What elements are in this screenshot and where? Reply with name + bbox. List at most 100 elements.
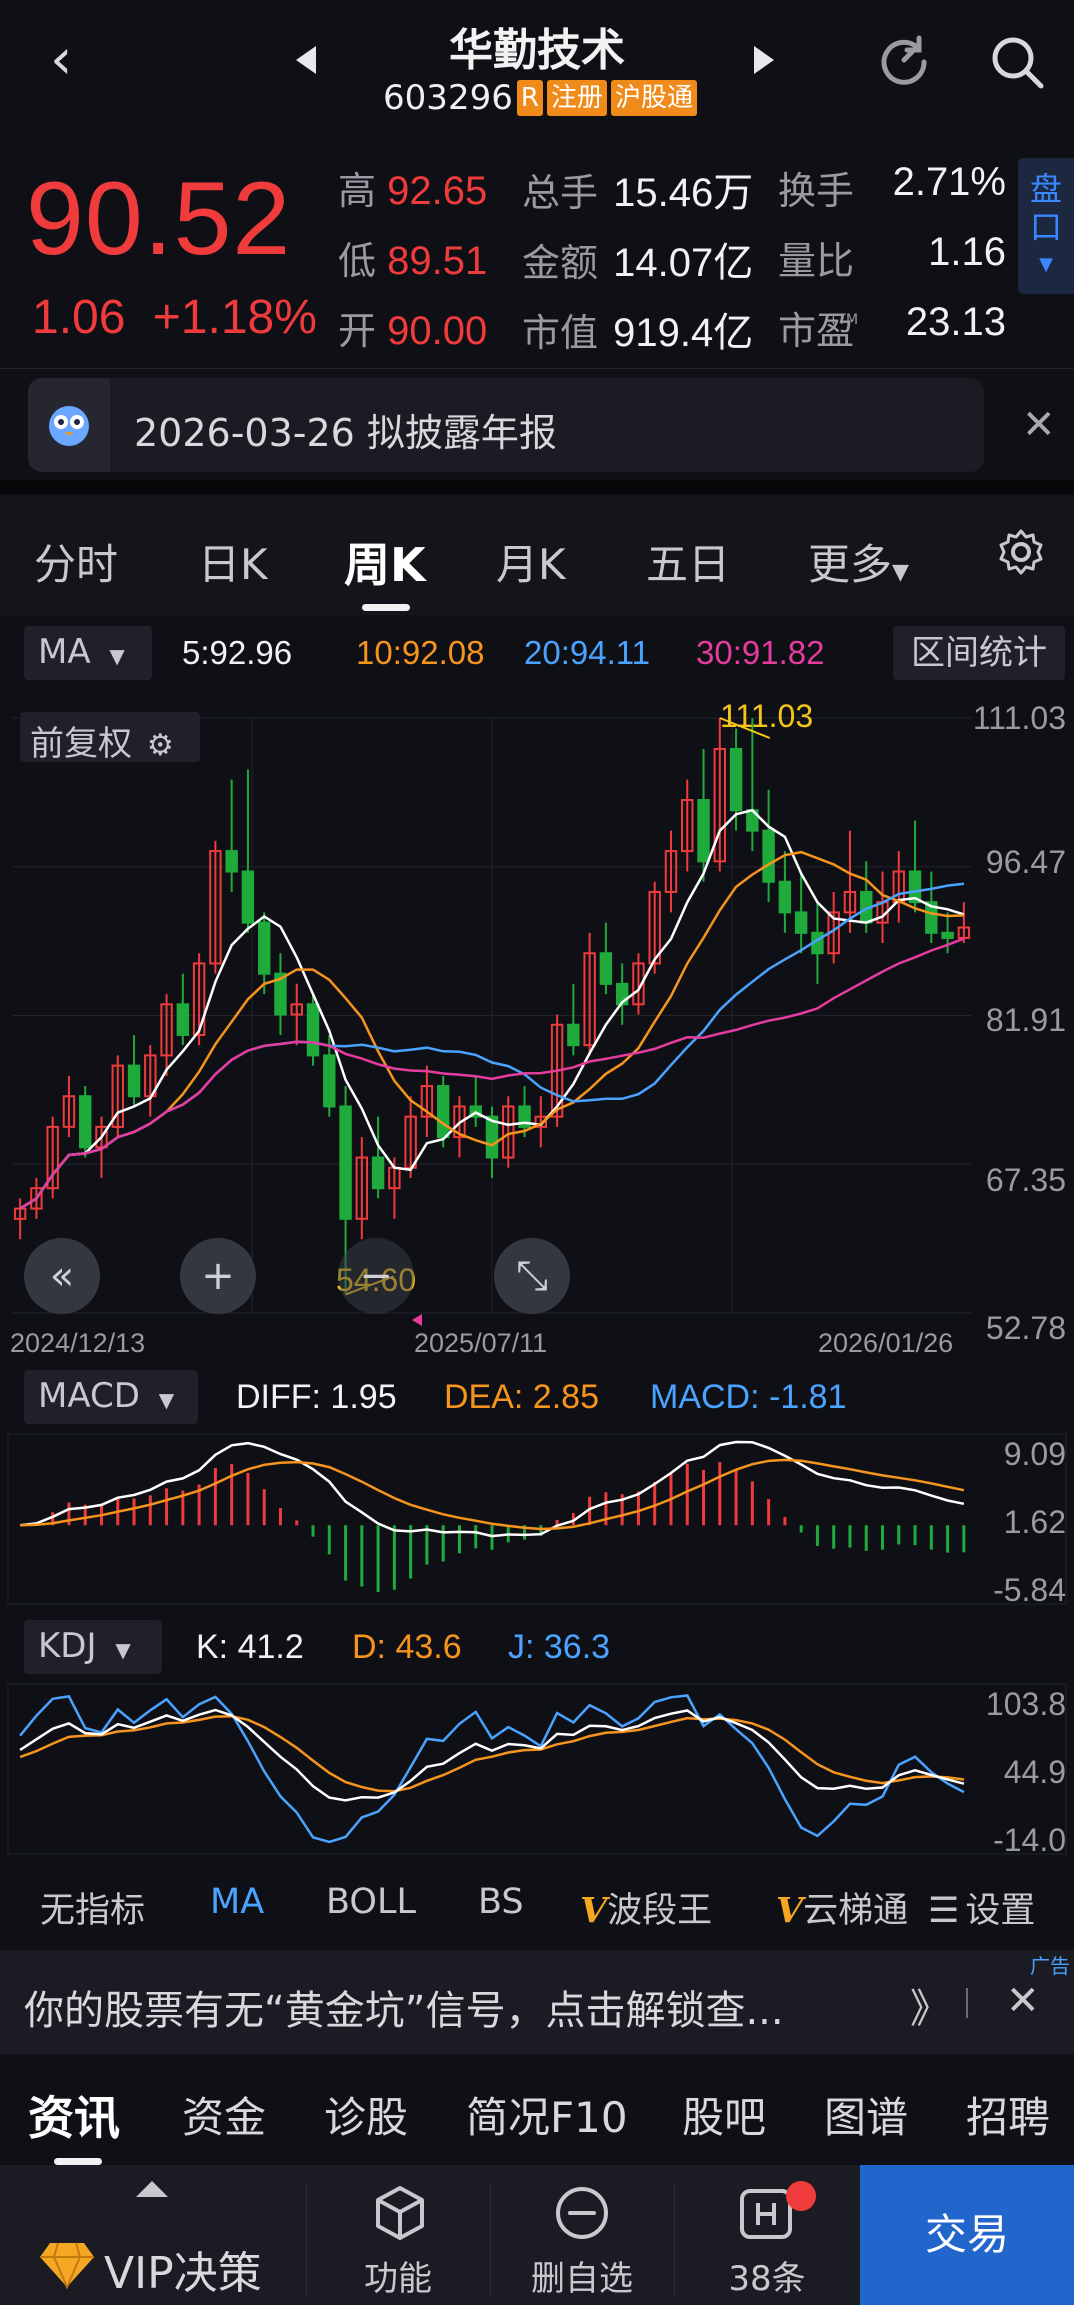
next-stock-icon[interactable]: [754, 42, 784, 82]
stock-header: ‹ 华勤技术 603296 R 注册 沪股通: [0, 0, 1074, 130]
order-book-button[interactable]: 盘口 ▼: [1018, 158, 1074, 294]
tab-news[interactable]: 资讯: [28, 2082, 120, 2148]
ad-tag: 广告: [1030, 1954, 1070, 1978]
prev-stock-icon[interactable]: [296, 42, 326, 82]
change-amount: 1.06: [32, 291, 126, 344]
tab-intraday[interactable]: 分时: [34, 531, 118, 592]
search-icon[interactable]: [985, 30, 1049, 94]
active-tab-indicator: [362, 604, 410, 611]
macd-tick-1: 9.09: [1003, 1436, 1066, 1472]
pe-item: 市盈 TTM 23.13: [778, 300, 1006, 355]
volume-value: 15.46万: [613, 171, 754, 215]
low-label: 低: [338, 239, 377, 283]
low-value: 89.51: [387, 239, 488, 283]
market-cap-value: 919.4亿: [613, 311, 754, 355]
macd-tick-2: 1.62: [1003, 1504, 1066, 1540]
kdj-d-value: D: 43.6: [352, 1628, 462, 1666]
tab-recruit[interactable]: 招聘: [966, 2084, 1050, 2145]
messages-button[interactable]: 38条: [674, 2165, 860, 2305]
amount-label: 金额: [522, 241, 599, 285]
candle-body: [339, 1105, 352, 1220]
tab-capital[interactable]: 资金: [182, 2084, 266, 2145]
candle-body: [79, 1095, 92, 1149]
candle-body: [241, 870, 255, 924]
ma10-value: 10:92.08: [356, 634, 485, 671]
candle-body: [127, 1064, 141, 1098]
adjust-label: 前复权: [30, 724, 132, 764]
close-icon[interactable]: ✕: [1022, 402, 1056, 448]
macd-chart[interactable]: [0, 1430, 1074, 1610]
back-icon[interactable]: ‹: [50, 30, 100, 90]
caret-down-icon: ▼: [115, 1638, 131, 1662]
kdj-selector[interactable]: KDJ ▼: [24, 1620, 162, 1674]
notice-text: 2026-03-26 拟披露年报: [134, 411, 557, 455]
kdj-tick-1: 103.8: [985, 1686, 1066, 1722]
candle-body: [257, 921, 271, 975]
kdj-tick-3: -14.0: [993, 1822, 1066, 1858]
date-tick-1: 2024/12/13: [10, 1328, 146, 1358]
indicator-settings-label: 设置: [965, 1891, 1036, 1931]
date-tick-2: 2025/07/11: [414, 1328, 548, 1358]
indicator-cloud-ladder-label: 云梯通: [803, 1891, 909, 1931]
tab-daily-k[interactable]: 日K: [198, 531, 268, 592]
tab-forum[interactable]: 股吧: [682, 2084, 766, 2145]
macd-diff-line: [19, 1440, 965, 1538]
turnover-item: 换手 2.71%: [778, 160, 1006, 215]
trade-button[interactable]: 交易: [860, 2165, 1074, 2305]
zoom-in-icon[interactable]: +: [180, 1238, 256, 1314]
indicator-settings[interactable]: ☰ 设置: [928, 1882, 1035, 1933]
zoom-out-icon[interactable]: −: [338, 1238, 414, 1314]
double-chevron-right-icon[interactable]: 》: [910, 1976, 950, 2034]
fullscreen-icon[interactable]: ⤡: [494, 1238, 570, 1314]
indicator-ma[interactable]: MA: [210, 1882, 264, 1922]
badge-r: R: [516, 80, 543, 116]
adjust-selector[interactable]: 前复权 ⚙: [20, 712, 200, 764]
current-marker-icon: [412, 1314, 422, 1326]
range-stat-button[interactable]: 区间统计: [893, 626, 1065, 680]
candle-body: [567, 1023, 580, 1047]
tab-weekly-k[interactable]: 周K: [344, 529, 426, 595]
tab-profile-f10[interactable]: 简况F10: [466, 2084, 628, 2145]
tab-diagnosis[interactable]: 诊股: [324, 2084, 408, 2145]
indicator-cloud-ladder[interactable]: V云梯通: [776, 1882, 912, 1933]
open-item: 开 90.00: [338, 300, 487, 355]
indicator-bs[interactable]: BS: [478, 1882, 524, 1922]
tab-graph[interactable]: 图谱: [824, 2084, 908, 2145]
volume-item: 总手 15.46万: [522, 160, 753, 218]
macd-selector[interactable]: MACD ▼: [24, 1370, 198, 1424]
caret-down-icon: ▼: [109, 644, 125, 668]
kdj-chart[interactable]: [0, 1680, 1074, 1860]
indicator-wave-king[interactable]: V波段王: [580, 1882, 712, 1933]
ma-selector[interactable]: MA ▼: [24, 626, 152, 680]
tab-more[interactable]: 更多▼: [808, 531, 909, 592]
tab-monthly-k[interactable]: 月K: [496, 531, 566, 592]
remove-watchlist-button[interactable]: 删自选: [490, 2165, 674, 2305]
indicator-boll[interactable]: BOLL: [326, 1882, 416, 1922]
kdj-j-value: J: 36.3: [508, 1628, 611, 1666]
macd-dea-value: DEA: 2.85: [444, 1378, 599, 1416]
volume-ratio-item: 量比 1.16: [778, 230, 1006, 285]
candle-body: [762, 829, 775, 883]
ma5-value: 5:92.96: [182, 634, 293, 671]
close-icon[interactable]: ✕: [1006, 1978, 1040, 2024]
price-tick-1: 111.03: [972, 700, 1066, 736]
candle-body: [697, 799, 710, 863]
gear-icon[interactable]: [996, 527, 1046, 577]
scroll-left-icon[interactable]: «: [24, 1238, 100, 1314]
tab-five-day[interactable]: 五日: [646, 531, 730, 592]
pe-ttm-tag: TTM: [829, 312, 859, 328]
owl-mascot-icon: [28, 378, 110, 472]
function-button[interactable]: 功能: [306, 2165, 490, 2305]
refresh-icon[interactable]: [872, 30, 936, 94]
diamond-icon: [40, 2241, 94, 2298]
order-book-label: 盘口: [1030, 170, 1063, 246]
indicator-bs-label: BS: [478, 1882, 524, 1922]
notification-dot: [786, 2181, 816, 2211]
remove-watchlist-label: 删自选: [531, 2259, 633, 2299]
messages-label: 38条: [728, 2259, 806, 2299]
amount-value: 14.07亿: [613, 241, 754, 285]
indicator-none[interactable]: 无指标: [40, 1882, 145, 1933]
v-logo-icon: V: [776, 1890, 804, 1931]
vip-decision-label: VIP决策: [104, 2248, 262, 2299]
vip-decision-button[interactable]: VIP决策: [0, 2165, 306, 2305]
